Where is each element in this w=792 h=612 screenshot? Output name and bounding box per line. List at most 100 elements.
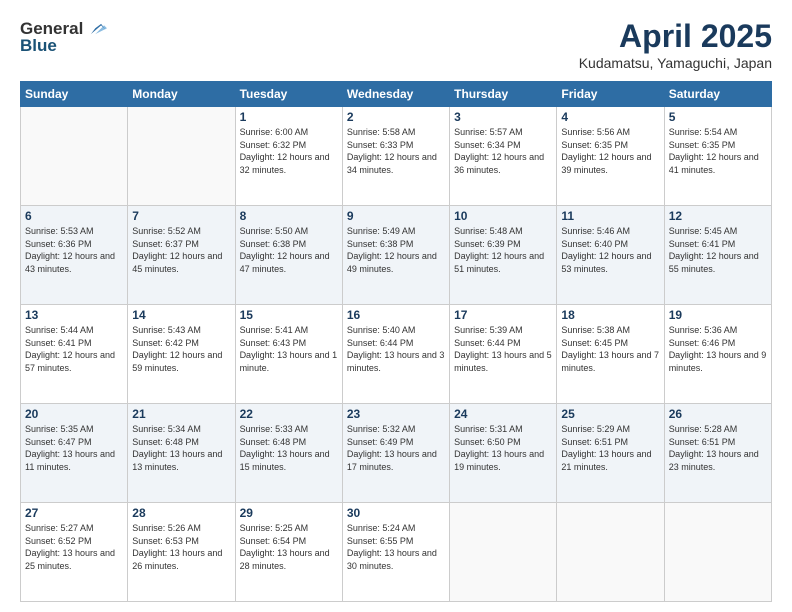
day-info: Sunrise: 5:27 AMSunset: 6:52 PMDaylight:… <box>25 522 123 572</box>
day-number: 21 <box>132 407 230 421</box>
day-number: 9 <box>347 209 445 223</box>
day-info: Sunrise: 5:29 AMSunset: 6:51 PMDaylight:… <box>561 423 659 473</box>
header-monday: Monday <box>128 82 235 107</box>
calendar-header-row: Sunday Monday Tuesday Wednesday Thursday… <box>21 82 772 107</box>
header-saturday: Saturday <box>664 82 771 107</box>
table-row: 29Sunrise: 5:25 AMSunset: 6:54 PMDayligh… <box>235 503 342 602</box>
table-row: 24 Sunrise: 5:31 AMSunset: 6:50 PMDayligh… <box>450 404 557 503</box>
calendar-week-row: 20 Sunrise: 5:35 AMSunset: 6:47 PMDayligh… <box>21 404 772 503</box>
table-row <box>21 107 128 206</box>
day-info: Sunrise: 5:28 AMSunset: 6:51 PMDaylight:… <box>669 423 767 473</box>
table-row: 26 Sunrise: 5:28 AMSunset: 6:51 PMDayligh… <box>664 404 771 503</box>
day-number: 27 <box>25 506 123 520</box>
table-row: 11 Sunrise: 5:46 AMSunset: 6:40 PMDayligh… <box>557 206 664 305</box>
calendar-week-row: 1 Sunrise: 6:00 AMSunset: 6:32 PMDaylight… <box>21 107 772 206</box>
table-row: 2Sunrise: 5:58 AMSunset: 6:33 PMDaylight… <box>342 107 449 206</box>
table-row: 10Sunrise: 5:48 AMSunset: 6:39 PMDayligh… <box>450 206 557 305</box>
header-tuesday: Tuesday <box>235 82 342 107</box>
table-row: 7 Sunrise: 5:52 AMSunset: 6:37 PMDaylight… <box>128 206 235 305</box>
day-number: 10 <box>454 209 552 223</box>
day-number: 24 <box>454 407 552 421</box>
calendar-table: Sunday Monday Tuesday Wednesday Thursday… <box>20 81 772 602</box>
title-block: April 2025 Kudamatsu, Yamaguchi, Japan <box>579 18 772 71</box>
day-number: 12 <box>669 209 767 223</box>
day-number: 5 <box>669 110 767 124</box>
day-number: 19 <box>669 308 767 322</box>
day-number: 20 <box>25 407 123 421</box>
table-row: 16 Sunrise: 5:40 AMSunset: 6:44 PMDayligh… <box>342 305 449 404</box>
day-number: 11 <box>561 209 659 223</box>
calendar-week-row: 27 Sunrise: 5:27 AMSunset: 6:52 PMDayligh… <box>21 503 772 602</box>
day-info: Sunrise: 5:34 AMSunset: 6:48 PMDaylight:… <box>132 423 230 473</box>
day-number: 7 <box>132 209 230 223</box>
table-row: 15Sunrise: 5:41 AMSunset: 6:43 PMDayligh… <box>235 305 342 404</box>
header-sunday: Sunday <box>21 82 128 107</box>
table-row <box>128 107 235 206</box>
month-title: April 2025 <box>579 18 772 55</box>
day-number: 18 <box>561 308 659 322</box>
day-info: Sunrise: 5:26 AMSunset: 6:53 PMDaylight:… <box>132 522 230 572</box>
day-info: Sunrise: 6:00 AMSunset: 6:32 PMDaylight:… <box>240 126 338 176</box>
day-info: Sunrise: 5:57 AMSunset: 6:34 PMDaylight:… <box>454 126 552 176</box>
day-info: Sunrise: 5:56 AMSunset: 6:35 PMDaylight:… <box>561 126 659 176</box>
table-row: 22 Sunrise: 5:33 AMSunset: 6:48 PMDayligh… <box>235 404 342 503</box>
table-row: 27 Sunrise: 5:27 AMSunset: 6:52 PMDayligh… <box>21 503 128 602</box>
day-info: Sunrise: 5:31 AMSunset: 6:50 PMDaylight:… <box>454 423 552 473</box>
day-info: Sunrise: 5:40 AMSunset: 6:44 PMDaylight:… <box>347 324 445 374</box>
day-number: 8 <box>240 209 338 223</box>
table-row: 20 Sunrise: 5:35 AMSunset: 6:47 PMDayligh… <box>21 404 128 503</box>
day-number: 6 <box>25 209 123 223</box>
day-number: 13 <box>25 308 123 322</box>
day-number: 30 <box>347 506 445 520</box>
table-row: 1 Sunrise: 6:00 AMSunset: 6:32 PMDaylight… <box>235 107 342 206</box>
header-thursday: Thursday <box>450 82 557 107</box>
table-row: 30 Sunrise: 5:24 AMSunset: 6:55 PMDayligh… <box>342 503 449 602</box>
day-number: 2 <box>347 110 445 124</box>
header-wednesday: Wednesday <box>342 82 449 107</box>
table-row: 6 Sunrise: 5:53 AMSunset: 6:36 PMDaylight… <box>21 206 128 305</box>
day-number: 16 <box>347 308 445 322</box>
table-row: 9Sunrise: 5:49 AMSunset: 6:38 PMDaylight… <box>342 206 449 305</box>
day-number: 3 <box>454 110 552 124</box>
day-info: Sunrise: 5:43 AMSunset: 6:42 PMDaylight:… <box>132 324 230 374</box>
day-number: 14 <box>132 308 230 322</box>
table-row: 18 Sunrise: 5:38 AMSunset: 6:45 PMDayligh… <box>557 305 664 404</box>
day-info: Sunrise: 5:36 AMSunset: 6:46 PMDaylight:… <box>669 324 767 374</box>
day-number: 1 <box>240 110 338 124</box>
calendar-week-row: 6 Sunrise: 5:53 AMSunset: 6:36 PMDaylight… <box>21 206 772 305</box>
table-row: 13Sunrise: 5:44 AMSunset: 6:41 PMDayligh… <box>21 305 128 404</box>
day-number: 23 <box>347 407 445 421</box>
day-info: Sunrise: 5:53 AMSunset: 6:36 PMDaylight:… <box>25 225 123 275</box>
table-row: 19 Sunrise: 5:36 AMSunset: 6:46 PMDayligh… <box>664 305 771 404</box>
day-info: Sunrise: 5:38 AMSunset: 6:45 PMDaylight:… <box>561 324 659 374</box>
day-info: Sunrise: 5:46 AMSunset: 6:40 PMDaylight:… <box>561 225 659 275</box>
header-friday: Friday <box>557 82 664 107</box>
day-info: Sunrise: 5:41 AMSunset: 6:43 PMDaylight:… <box>240 324 338 374</box>
table-row: 21 Sunrise: 5:34 AMSunset: 6:48 PMDayligh… <box>128 404 235 503</box>
day-number: 29 <box>240 506 338 520</box>
logo-blue-text: Blue <box>20 36 57 56</box>
day-number: 28 <box>132 506 230 520</box>
logo: General Blue <box>20 18 107 56</box>
day-info: Sunrise: 5:35 AMSunset: 6:47 PMDaylight:… <box>25 423 123 473</box>
table-row <box>450 503 557 602</box>
header: General Blue April 2025 Kudamatsu, Yamag… <box>20 18 772 71</box>
page: General Blue April 2025 Kudamatsu, Yamag… <box>0 0 792 612</box>
day-info: Sunrise: 5:54 AMSunset: 6:35 PMDaylight:… <box>669 126 767 176</box>
table-row <box>664 503 771 602</box>
day-info: Sunrise: 5:24 AMSunset: 6:55 PMDaylight:… <box>347 522 445 572</box>
day-info: Sunrise: 5:32 AMSunset: 6:49 PMDaylight:… <box>347 423 445 473</box>
day-number: 22 <box>240 407 338 421</box>
day-number: 25 <box>561 407 659 421</box>
table-row: 4Sunrise: 5:56 AMSunset: 6:35 PMDaylight… <box>557 107 664 206</box>
day-info: Sunrise: 5:52 AMSunset: 6:37 PMDaylight:… <box>132 225 230 275</box>
subtitle: Kudamatsu, Yamaguchi, Japan <box>579 55 772 71</box>
day-info: Sunrise: 5:45 AMSunset: 6:41 PMDaylight:… <box>669 225 767 275</box>
table-row: 25 Sunrise: 5:29 AMSunset: 6:51 PMDayligh… <box>557 404 664 503</box>
day-number: 17 <box>454 308 552 322</box>
table-row: 17Sunrise: 5:39 AMSunset: 6:44 PMDayligh… <box>450 305 557 404</box>
day-info: Sunrise: 5:33 AMSunset: 6:48 PMDaylight:… <box>240 423 338 473</box>
calendar-week-row: 13Sunrise: 5:44 AMSunset: 6:41 PMDayligh… <box>21 305 772 404</box>
day-number: 26 <box>669 407 767 421</box>
table-row: 28 Sunrise: 5:26 AMSunset: 6:53 PMDayligh… <box>128 503 235 602</box>
